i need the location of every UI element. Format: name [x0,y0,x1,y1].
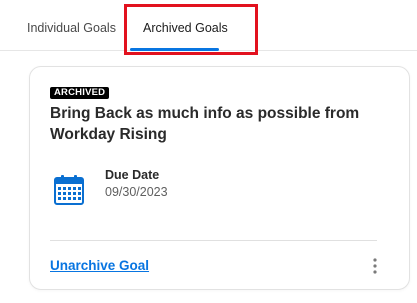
unarchive-goal-link[interactable]: Unarchive Goal [50,258,149,273]
goal-title: Bring Back as much info as possible from… [50,105,360,143]
more-vertical-icon[interactable] [365,256,385,276]
tab-archived-goals[interactable]: Archived Goals [143,21,228,35]
tab-individual-goals[interactable]: Individual Goals [27,21,116,35]
divider [50,240,377,241]
calendar-icon [54,175,84,205]
due-date-value: 09/30/2023 [105,185,168,199]
archived-badge: ARCHIVED [50,87,110,99]
tab-bar: Individual Goals Archived Goals [0,0,417,51]
goal-card: ARCHIVED Bring Back as much info as poss… [29,66,410,290]
due-date-label: Due Date [105,168,160,182]
active-tab-indicator [130,48,219,51]
